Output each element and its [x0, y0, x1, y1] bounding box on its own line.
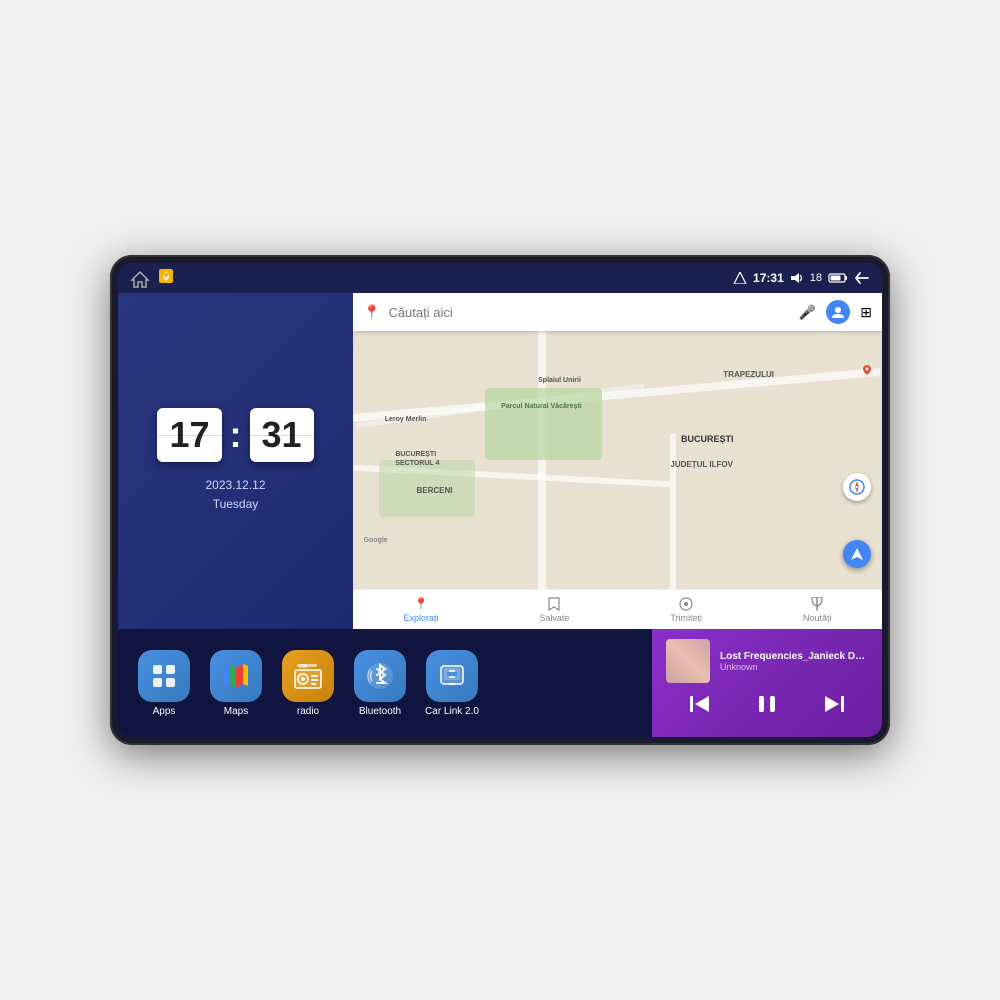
music-controls: [666, 689, 868, 723]
status-bar-left: [130, 268, 174, 289]
map-red-pin: [863, 362, 871, 372]
battery-level: 18: [810, 272, 822, 284]
clock-date: 2023.12.12 Tuesday: [205, 476, 265, 514]
map-nav-saved-label: Salvate: [539, 613, 569, 623]
map-label-trapezului: TRAPEZULUI: [723, 370, 774, 379]
apps-label: Apps: [153, 706, 176, 717]
app-icon-apps[interactable]: Apps: [134, 650, 194, 717]
maps-icon-wrapper: [210, 650, 262, 702]
map-label-ilfov: JUDEȚUL ILFOV: [670, 460, 733, 469]
map-body[interactable]: TRAPEZULUI BUCUREȘTI JUDEȚUL ILFOV BERCE…: [353, 331, 882, 589]
radio-label: radio: [297, 706, 319, 717]
carlink-icon-wrapper: [426, 650, 478, 702]
clock-minute: 31: [250, 408, 314, 462]
music-play-button[interactable]: [748, 691, 786, 723]
bluetooth-icon-wrapper: [354, 650, 406, 702]
maps-label: Maps: [224, 706, 248, 717]
map-label-splaiul: Splaiul Unirii: [538, 377, 581, 384]
map-label-berceni: BERCENI: [416, 486, 452, 495]
music-player: Lost Frequencies_Janieck Devy-... Unknow…: [652, 629, 882, 737]
clock-widget: 17 : 31 2023.12.12 Tuesday: [118, 293, 353, 629]
map-pin-icon: 📍: [363, 304, 380, 321]
map-label-google: Google: [364, 537, 388, 544]
top-section: 17 : 31 2023.12.12 Tuesday 📍 Căutați aic…: [118, 293, 882, 629]
battery-icon: [828, 272, 848, 284]
status-bar: 17:31 18: [118, 263, 882, 293]
map-nav-news-label: Noutăți: [803, 613, 832, 623]
map-nav-explore-label: Explorați: [403, 613, 438, 623]
map-mic-icon[interactable]: 🎤: [799, 304, 816, 321]
flip-clock: 17 : 31: [157, 408, 313, 462]
app-icon-maps[interactable]: Maps: [206, 650, 266, 717]
bottom-section: Apps Maps: [118, 629, 882, 737]
map-search-bar: 📍 Căutați aici 🎤 ⊞: [353, 293, 882, 331]
home-icon[interactable]: [130, 270, 150, 286]
svg-text:FM: FM: [300, 664, 307, 670]
map-label-bucuresti: BUCUREȘTI: [681, 434, 734, 444]
map-nav-news[interactable]: Noutăți: [803, 597, 832, 623]
map-nav-saved-icon: [548, 597, 560, 611]
status-time: 17:31: [753, 271, 784, 285]
map-compass-btn[interactable]: [843, 473, 871, 501]
main-content: 17 : 31 2023.12.12 Tuesday 📍 Căutați aic…: [118, 293, 882, 737]
app-icon-bluetooth[interactable]: Bluetooth: [350, 650, 410, 717]
map-account-icon[interactable]: [826, 300, 850, 324]
apps-icon-wrapper: [138, 650, 190, 702]
map-nav-bar: 📍 Explorați Salvate: [353, 589, 882, 629]
map-background: TRAPEZULUI BUCUREȘTI JUDEȚUL ILFOV BERCE…: [353, 331, 882, 589]
map-nav-send-icon: [679, 597, 693, 611]
app-icons-row: Apps Maps: [118, 629, 652, 737]
map-nav-news-icon: [811, 597, 823, 611]
signal-icon: [733, 272, 747, 284]
carlink-label: Car Link 2.0: [425, 706, 479, 717]
status-bar-right: 17:31 18: [733, 271, 870, 285]
map-nav-saved[interactable]: Salvate: [539, 597, 569, 623]
radio-icon-wrapper: FM: [282, 650, 334, 702]
map-label-sector4: BUCUREȘTISECTORUL 4: [395, 450, 439, 468]
music-info-row: Lost Frequencies_Janieck Devy-... Unknow…: [666, 639, 868, 683]
music-album-art: [666, 639, 710, 683]
map-label-leroy: Leroy Merlin: [385, 416, 427, 423]
map-nav-explore-icon: 📍: [414, 597, 429, 611]
music-prev-button[interactable]: [681, 693, 719, 721]
map-widget[interactable]: 📍 Căutați aici 🎤 ⊞: [353, 293, 882, 629]
clock-hour: 17: [157, 408, 221, 462]
map-direction-btn[interactable]: [843, 540, 871, 568]
music-thumbnail: [666, 639, 710, 683]
car-head-unit: 17:31 18: [110, 255, 890, 745]
music-artist: Unknown: [720, 662, 868, 672]
map-nav-send[interactable]: Trimiteți: [670, 597, 702, 623]
music-next-button[interactable]: [815, 693, 853, 721]
device-screen: 17:31 18: [118, 263, 882, 737]
map-layers-icon[interactable]: ⊞: [860, 304, 872, 321]
map-label-parc: Parcul Natural Văcărești: [501, 403, 582, 410]
app-icon-carlink[interactable]: Car Link 2.0: [422, 650, 482, 717]
maps-shortcut-icon[interactable]: [158, 268, 174, 289]
bluetooth-label: Bluetooth: [359, 706, 401, 717]
map-nav-send-label: Trimiteți: [670, 613, 702, 623]
map-nav-explore[interactable]: 📍 Explorați: [403, 597, 438, 623]
music-details: Lost Frequencies_Janieck Devy-... Unknow…: [720, 651, 868, 672]
volume-icon: [790, 272, 804, 284]
app-icon-radio[interactable]: FM radio: [278, 650, 338, 717]
music-title: Lost Frequencies_Janieck Devy-...: [720, 651, 868, 662]
back-icon[interactable]: [854, 271, 870, 285]
map-search-text[interactable]: Căutați aici: [388, 305, 790, 320]
